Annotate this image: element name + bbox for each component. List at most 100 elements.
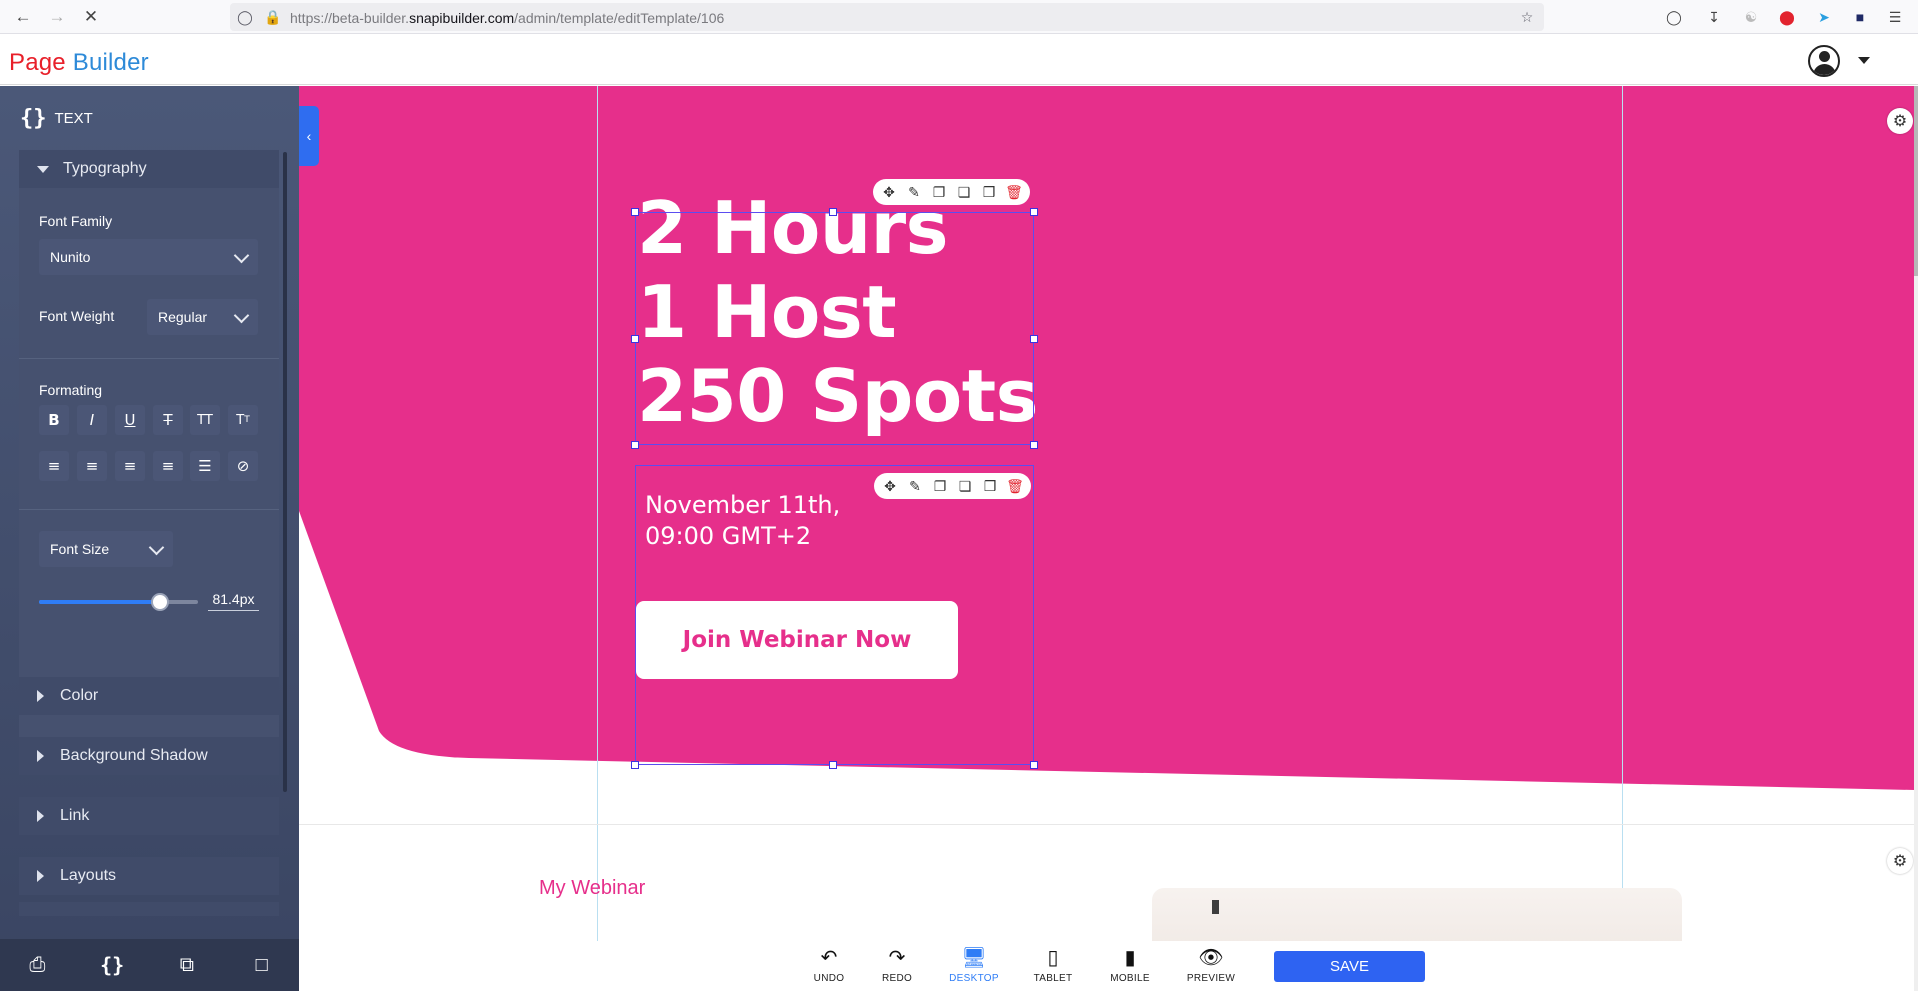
copy-style-icon[interactable]: ❐ xyxy=(931,184,947,200)
resize-handle[interactable] xyxy=(631,761,639,769)
resize-handle[interactable] xyxy=(631,335,639,343)
color-section-header[interactable]: Color xyxy=(19,677,279,715)
bold-icon[interactable]: B xyxy=(39,405,69,435)
pocket-icon[interactable]: ◯ xyxy=(1663,6,1685,28)
typography-section-header[interactable]: Typography xyxy=(19,150,279,188)
resize-handle[interactable] xyxy=(829,208,837,216)
bookmark-star-icon[interactable]: ☆ xyxy=(1518,8,1536,26)
resize-handle[interactable] xyxy=(631,208,639,216)
stop-loading-icon[interactable]: ✕ xyxy=(78,5,104,29)
font-weight-label: Font Weight xyxy=(39,308,115,324)
align-center-icon[interactable]: ≡ xyxy=(77,451,107,481)
undo-label: UNDO xyxy=(813,973,845,984)
canvas-scrollbar[interactable] xyxy=(1914,86,1918,991)
italic-icon[interactable]: I xyxy=(77,405,107,435)
forward-icon[interactable]: → xyxy=(44,5,70,29)
join-webinar-button[interactable]: Join Webinar Now xyxy=(636,601,958,679)
mobile-label: MOBILE xyxy=(1110,973,1150,984)
section-label: Link xyxy=(60,807,90,824)
menu-icon[interactable]: ☰ xyxy=(1884,6,1906,28)
resize-handle[interactable] xyxy=(1030,441,1038,449)
edit-icon[interactable]: ✎ xyxy=(906,184,922,200)
font-size-slider[interactable] xyxy=(39,593,198,611)
clone-icon[interactable]: ❒ xyxy=(981,184,997,200)
downloads-icon[interactable]: ↧ xyxy=(1703,6,1725,28)
redo-button[interactable]: ↷ REDO xyxy=(867,947,927,987)
resize-handle[interactable] xyxy=(631,441,639,449)
align-justify-icon[interactable]: ≡ xyxy=(153,451,183,481)
user-avatar-icon[interactable] xyxy=(1808,45,1840,77)
section-settings-gear-icon[interactable]: ⚙ xyxy=(1887,108,1913,134)
tablet-view-button[interactable]: ▯ TABLET xyxy=(1023,947,1083,987)
eye-icon: 👁 xyxy=(1198,947,1224,969)
strikethrough-icon[interactable]: T xyxy=(153,405,183,435)
hero-background xyxy=(299,86,1914,790)
my-webinar-label[interactable]: My Webinar xyxy=(539,877,645,900)
column-guide xyxy=(1622,86,1623,991)
panel-header: {} TEXT xyxy=(20,106,93,131)
resize-handle[interactable] xyxy=(829,761,837,769)
shield-icon[interactable]: ◯ xyxy=(236,8,254,26)
edit-icon[interactable]: ✎ xyxy=(907,478,923,494)
clear-format-icon[interactable]: ⊘ xyxy=(228,451,258,481)
browser-toolbar: ← → ✕ ◯ 🔒 https://beta-builder.snapibuil… xyxy=(0,0,1918,34)
section-settings-gear-icon[interactable]: ⚙ xyxy=(1887,848,1913,874)
link-section-header[interactable]: Link xyxy=(19,797,279,835)
uppercase-icon[interactable]: TT xyxy=(190,405,220,435)
exit-editor-icon[interactable]: ⎙ xyxy=(22,950,52,980)
list-icon[interactable]: ☰ xyxy=(190,451,220,481)
underline-icon[interactable]: U xyxy=(115,405,145,435)
section-square-icon[interactable]: □ xyxy=(247,950,277,980)
clone-icon[interactable]: ❒ xyxy=(982,478,998,494)
save-button[interactable]: SAVE xyxy=(1274,951,1425,982)
duplicate-icon[interactable]: ❏ xyxy=(956,184,972,200)
code-braces-icon[interactable]: {} xyxy=(97,950,127,980)
preview-button[interactable]: 👁 PREVIEW xyxy=(1181,947,1241,987)
formatting-label: Formating xyxy=(39,382,103,398)
small-caps-icon[interactable]: TT xyxy=(228,405,258,435)
panel-scrollbar[interactable] xyxy=(283,152,287,792)
delete-icon[interactable]: 🗑 xyxy=(1005,184,1023,200)
panel-title: TEXT xyxy=(54,110,93,127)
mobile-view-button[interactable]: ▮ MOBILE xyxy=(1100,947,1160,987)
resize-handle[interactable] xyxy=(1030,761,1038,769)
undo-button[interactable]: ↶ UNDO xyxy=(799,947,859,987)
page-builder-logo[interactable]: Page Builder xyxy=(9,49,149,77)
layouts-section-header[interactable]: Layouts xyxy=(19,857,279,895)
translate-icon[interactable]: ☯ xyxy=(1740,6,1762,28)
slider-handle[interactable] xyxy=(151,593,169,611)
opera-addon-icon[interactable]: ⬤ xyxy=(1776,6,1798,28)
font-weight-select[interactable]: Regular xyxy=(147,299,258,335)
properties-panel: {} TEXT Typography Font Family Nunito Fo… xyxy=(0,86,299,991)
font-family-select[interactable]: Nunito xyxy=(39,239,258,275)
desktop-label: DESKTOP xyxy=(949,973,999,984)
font-size-value-input[interactable]: 81.4px xyxy=(208,591,259,611)
align-right-icon[interactable]: ≡ xyxy=(115,451,145,481)
element-toolbar: ✥ ✎ ❐ ❏ ❒ 🗑 xyxy=(874,473,1031,499)
desktop-view-button[interactable]: 🖥 DESKTOP xyxy=(944,947,1004,987)
vpn-lock-icon[interactable]: ■ xyxy=(1849,6,1871,28)
align-left-icon[interactable]: ≡ xyxy=(39,451,69,481)
resize-handle[interactable] xyxy=(1030,208,1038,216)
telegram-icon[interactable]: ➤ xyxy=(1813,6,1835,28)
editor-canvas[interactable]: ‹ ⚙ ⚙ 2 Hours 1 Host 250 Spots ✥ ✎ ❐ ❏ ❒… xyxy=(299,86,1914,991)
user-menu-caret-icon[interactable] xyxy=(1858,57,1870,64)
mobile-phone-icon: ▮ xyxy=(1124,947,1136,969)
background-shadow-section-header[interactable]: Background Shadow xyxy=(19,737,279,775)
copy-style-icon[interactable]: ❐ xyxy=(932,478,948,494)
move-icon[interactable]: ✥ xyxy=(882,478,898,494)
address-bar[interactable]: ◯ 🔒 https://beta-builder.snapibuilder.co… xyxy=(230,3,1544,31)
resize-handle[interactable] xyxy=(1030,335,1038,343)
move-icon[interactable]: ✥ xyxy=(881,184,897,200)
collapse-panel-icon[interactable]: ‹ xyxy=(299,106,319,166)
section-label: Background Shadow xyxy=(60,747,208,764)
editor-bottom-bar: ↶ UNDO ↷ REDO 🖥 DESKTOP ▯ TABLET ▮ MOBIL… xyxy=(299,941,1914,991)
back-icon[interactable]: ← xyxy=(10,5,36,29)
duplicate-icon[interactable]: ❏ xyxy=(957,478,973,494)
delete-icon[interactable]: 🗑 xyxy=(1006,478,1024,494)
redo-icon: ↷ xyxy=(888,947,906,969)
layers-icon[interactable]: ⧉ xyxy=(172,950,202,980)
font-size-select[interactable]: Font Size xyxy=(39,531,173,567)
webinar-date-text[interactable]: November 11th, 09:00 GMT+2 xyxy=(645,490,840,552)
lock-icon[interactable]: 🔒 xyxy=(264,8,282,26)
